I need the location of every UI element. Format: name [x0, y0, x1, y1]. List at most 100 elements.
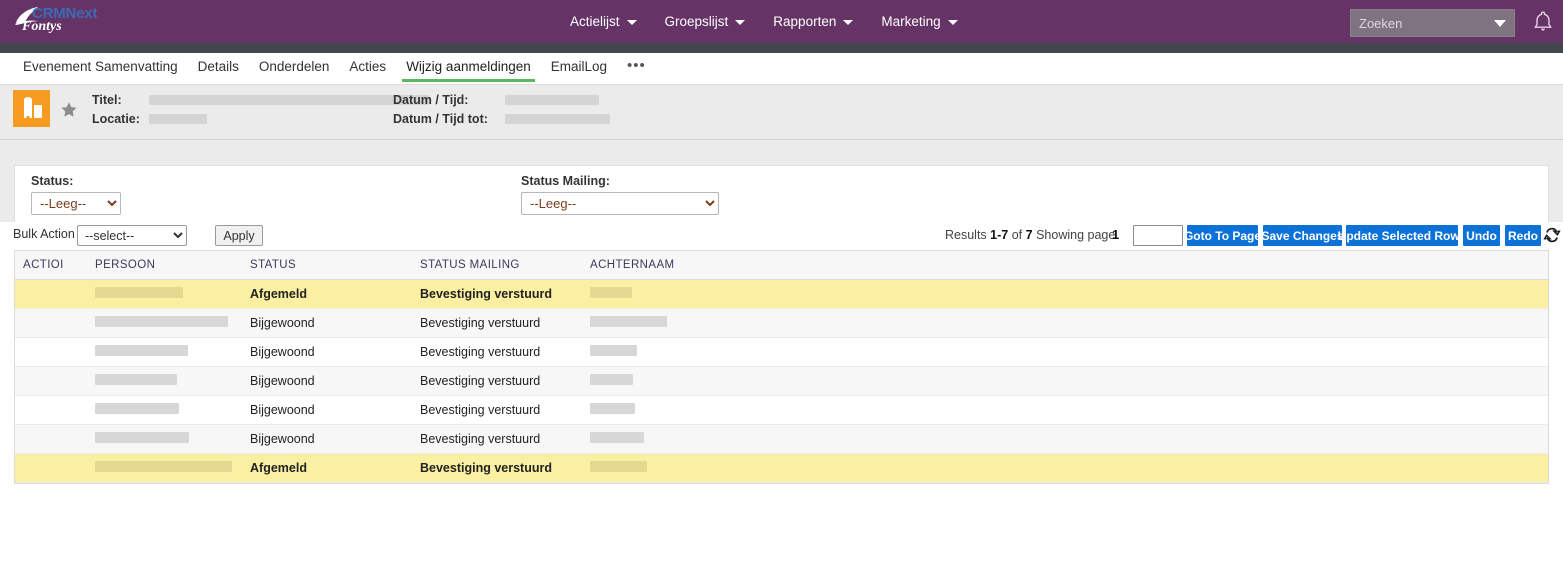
- field-label: Titel:: [92, 92, 122, 107]
- cell-achternaam[interactable]: [582, 453, 1548, 483]
- cell-achternaam[interactable]: [582, 337, 1548, 367]
- field-label: Datum / Tijd:: [393, 92, 469, 107]
- table-row[interactable]: Afgemeld Bevestiging verstuurd: [15, 453, 1548, 483]
- global-search[interactable]: Zoeken: [1350, 9, 1515, 37]
- cell-action[interactable]: [15, 453, 87, 483]
- table-row[interactable]: Bijgewoond Bevestiging verstuurd: [15, 337, 1548, 367]
- building-icon: [13, 90, 50, 127]
- cell-achternaam[interactable]: [582, 395, 1548, 425]
- field-datum-tijd: Datum / Tijd:: [393, 90, 610, 109]
- main-menu: Actielijst Groepslijst Rapporten Marketi…: [556, 0, 972, 43]
- chevron-down-icon[interactable]: [1494, 19, 1506, 27]
- cell-person[interactable]: [87, 453, 242, 483]
- table-row[interactable]: Bijgewoond Bevestiging verstuurd: [15, 424, 1548, 454]
- redacted-value: [590, 431, 644, 443]
- field-datum-tijd-tot: Datum / Tijd tot:: [393, 109, 610, 128]
- redo-button[interactable]: Redo: [1505, 225, 1541, 246]
- cell-person[interactable]: [87, 424, 242, 454]
- cell-action[interactable]: [15, 337, 87, 367]
- cell-status[interactable]: Bijgewoond: [242, 337, 412, 367]
- table-row[interactable]: Bijgewoond Bevestiging verstuurd: [15, 366, 1548, 396]
- cell-person[interactable]: [87, 395, 242, 425]
- results-total: 7: [1025, 228, 1033, 242]
- filter-status-select[interactable]: --Leeg--: [31, 192, 121, 215]
- goto-page-button[interactable]: Goto To Page: [1184, 225, 1261, 246]
- redacted-value: [95, 286, 183, 298]
- cell-status-mailing[interactable]: Bevestiging verstuurd: [412, 453, 582, 483]
- menu-item-rapporten[interactable]: Rapporten: [759, 0, 867, 43]
- menu-item-actielijst[interactable]: Actielijst: [556, 0, 651, 43]
- current-page-number: 1: [1112, 227, 1120, 242]
- record-fields-right: Datum / Tijd: Datum / Tijd tot:: [393, 90, 610, 128]
- cell-action[interactable]: [15, 366, 87, 396]
- bell-icon[interactable]: [1533, 10, 1553, 34]
- apply-button[interactable]: Apply: [215, 225, 263, 246]
- header-divider-strip: [0, 43, 1563, 53]
- chevron-down-icon: [947, 20, 958, 25]
- results-prefix: Results: [945, 228, 987, 242]
- cell-status[interactable]: Bijgewoond: [242, 424, 412, 454]
- cell-status[interactable]: Bijgewoond: [242, 366, 412, 396]
- cell-action[interactable]: [15, 279, 87, 309]
- menu-item-marketing[interactable]: Marketing: [867, 0, 971, 43]
- cell-person[interactable]: [87, 308, 242, 338]
- save-changes-button[interactable]: Save Changes: [1261, 225, 1344, 246]
- redacted-value: [590, 402, 635, 414]
- cell-action[interactable]: [15, 308, 87, 338]
- cell-achternaam[interactable]: [582, 308, 1548, 338]
- table-row[interactable]: Bijgewoond Bevestiging verstuurd: [15, 308, 1548, 338]
- update-selected-rows-button[interactable]: Update Selected Rows: [1338, 225, 1466, 246]
- tab-onderdelen[interactable]: Onderdelen: [249, 53, 340, 82]
- filter-status-mailing: Status Mailing: --Leeg--: [521, 174, 719, 215]
- tab-acties[interactable]: Acties: [339, 53, 396, 82]
- menu-item-label: Groepslijst: [664, 14, 729, 29]
- tab-evenement-samenvatting[interactable]: Evenement Samenvatting: [13, 53, 188, 82]
- cell-person[interactable]: [87, 366, 242, 396]
- tab-overflow-menu[interactable]: •••: [617, 53, 656, 82]
- cell-achternaam[interactable]: [582, 279, 1548, 309]
- showing-page-label: Showing page: [1036, 228, 1116, 242]
- cell-action[interactable]: [15, 395, 87, 425]
- column-header-action[interactable]: ACTIOI: [15, 251, 87, 280]
- favorite-star-icon[interactable]: [60, 101, 78, 124]
- column-header-status[interactable]: STATUS: [242, 251, 412, 280]
- tab-wijzig-aanmeldingen[interactable]: Wijzig aanmeldingen: [396, 53, 541, 82]
- filter-status-mailing-select[interactable]: --Leeg--: [521, 192, 719, 215]
- cell-action[interactable]: [15, 424, 87, 454]
- search-input-placeholder[interactable]: Zoeken: [1359, 16, 1494, 31]
- tab-details[interactable]: Details: [188, 53, 249, 82]
- refresh-icon[interactable]: [1543, 226, 1561, 244]
- tab-label: Evenement Samenvatting: [23, 59, 178, 74]
- page-empty-space: [0, 505, 1563, 568]
- redacted-value: [95, 431, 189, 443]
- cell-achternaam[interactable]: [582, 366, 1548, 396]
- page-number-input[interactable]: [1133, 225, 1183, 246]
- redacted-value: [95, 344, 188, 356]
- cell-person[interactable]: [87, 337, 242, 367]
- column-header-status-mailing[interactable]: STATUS MAILING: [412, 251, 582, 280]
- column-header-person[interactable]: PERSOON: [87, 251, 242, 280]
- cell-status[interactable]: Bijgewoond: [242, 395, 412, 425]
- cell-status-mailing[interactable]: Bevestiging verstuurd: [412, 395, 582, 425]
- redacted-value: [590, 373, 633, 385]
- cell-status[interactable]: Bijgewoond: [242, 308, 412, 338]
- cell-status-mailing[interactable]: Bevestiging verstuurd: [412, 337, 582, 367]
- cell-status-mailing[interactable]: Bevestiging verstuurd: [412, 366, 582, 396]
- tab-emaillog[interactable]: EmailLog: [541, 53, 617, 82]
- cell-status[interactable]: Afgemeld: [242, 279, 412, 309]
- brand-logo[interactable]: CRMNext Fontys: [10, 4, 175, 40]
- cell-person[interactable]: [87, 279, 242, 309]
- record-fields-left: Titel: Locatie:: [92, 90, 429, 128]
- cell-status-mailing[interactable]: Bevestiging verstuurd: [412, 308, 582, 338]
- table-row[interactable]: Afgemeld Bevestiging verstuurd: [15, 279, 1548, 309]
- cell-status-mailing[interactable]: Bevestiging verstuurd: [412, 424, 582, 454]
- table-row[interactable]: Bijgewoond Bevestiging verstuurd: [15, 395, 1548, 425]
- redacted-value: [95, 402, 179, 414]
- bulk-action-select[interactable]: --select--: [77, 225, 187, 246]
- cell-status[interactable]: Afgemeld: [242, 453, 412, 483]
- undo-button[interactable]: Undo: [1463, 225, 1500, 246]
- cell-status-mailing[interactable]: Bevestiging verstuurd: [412, 279, 582, 309]
- menu-item-groepslijst[interactable]: Groepslijst: [651, 0, 760, 43]
- column-header-achternaam[interactable]: ACHTERNAAM: [582, 251, 1548, 280]
- cell-achternaam[interactable]: [582, 424, 1548, 454]
